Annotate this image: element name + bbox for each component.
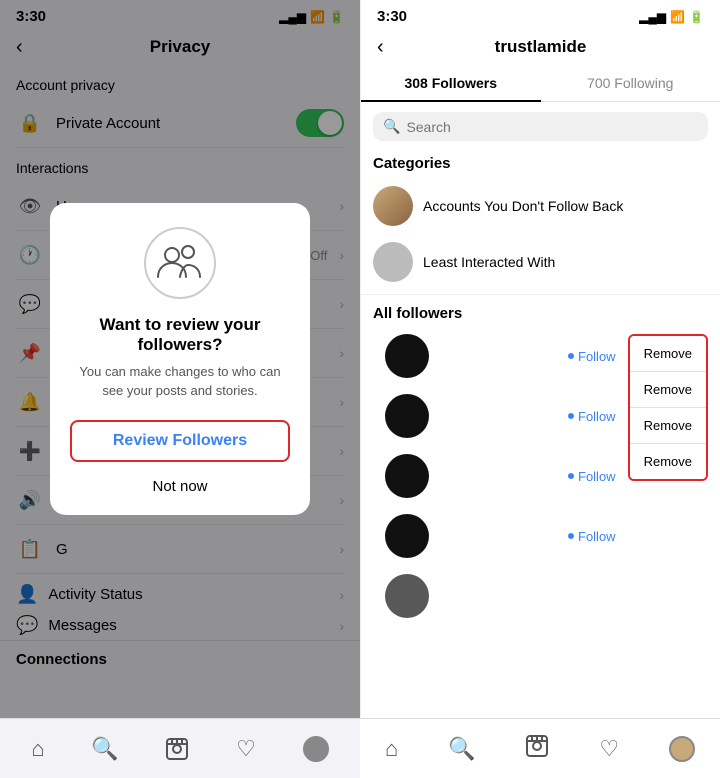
search-icon-left[interactable]: 🔍 [91, 736, 118, 762]
bottom-nav-right: ⌂ 🔍 ♡ [360, 718, 720, 778]
back-button-right[interactable]: ‹ [377, 36, 384, 59]
search-icon-bottom-right[interactable]: 🔍 [448, 736, 475, 762]
modal-subtitle: You can make changes to who can see your… [70, 363, 290, 399]
left-panel: 3:30 ▂▄▆ 📶 🔋 ‹ Privacy Account privacy 🔒… [0, 0, 360, 778]
follow-dot-1 [568, 353, 574, 359]
follower-row-1: Follow [373, 326, 628, 386]
right-panel: 3:30 ▂▄▆ 📶 🔋 ‹ trustlamide 308 Followers… [360, 0, 720, 778]
follower-row-5 [373, 566, 628, 626]
not-now-button[interactable]: Not now [152, 474, 207, 499]
review-followers-modal: Want to review your followers? You can m… [50, 203, 310, 514]
tab-following[interactable]: 700 Following [541, 65, 720, 101]
heart-icon-left[interactable]: ♡ [236, 736, 256, 762]
search-bar[interactable]: 🔍 [373, 112, 708, 141]
home-icon-left[interactable]: ⌂ [31, 736, 44, 762]
tab-followers[interactable]: 308 Followers [361, 65, 541, 101]
follower-avatar-5 [385, 574, 429, 618]
category-item-1[interactable]: Accounts You Don't Follow Back [361, 178, 720, 234]
follower-avatar-1 [385, 334, 429, 378]
follow-dot-4 [568, 533, 574, 539]
heart-icon-right[interactable]: ♡ [599, 736, 619, 762]
signal-icon-right: ▂▄▆ [639, 10, 666, 24]
follow-dot-2 [568, 413, 574, 419]
review-followers-button[interactable]: Review Followers [70, 420, 290, 462]
search-input[interactable] [406, 119, 698, 135]
nav-header-right: ‹ trustlamide [361, 29, 720, 65]
time-right: 3:30 [377, 8, 407, 25]
followers-list: Follow Follow Follow [373, 326, 628, 626]
modal-people-icon [144, 227, 216, 299]
follower-avatar-2 [385, 394, 429, 438]
profile-avatar-left[interactable] [303, 736, 329, 762]
divider-1 [361, 294, 720, 295]
follow-button-3[interactable]: Follow [568, 469, 616, 484]
reels-icon-left[interactable] [165, 737, 189, 761]
status-bar-right: 3:30 ▂▄▆ 📶 🔋 [361, 0, 720, 29]
home-icon-right[interactable]: ⌂ [385, 736, 398, 762]
remove-buttons-group: Remove Remove Remove Remove [628, 334, 708, 481]
remove-button-4[interactable]: Remove [630, 444, 706, 479]
follower-avatar-3 [385, 454, 429, 498]
follow-dot-3 [568, 473, 574, 479]
follower-row-4: Follow [373, 506, 628, 566]
remove-button-3[interactable]: Remove [630, 408, 706, 444]
battery-icon-right: 🔋 [689, 10, 704, 24]
follower-row-2: Follow [373, 386, 628, 446]
remove-button-2[interactable]: Remove [630, 372, 706, 408]
reels-icon-right[interactable] [525, 734, 549, 764]
category-text-2: Least Interacted With [423, 254, 555, 270]
remove-button-1[interactable]: Remove [630, 336, 706, 372]
bottom-nav-left: ⌂ 🔍 ♡ [0, 718, 360, 778]
category-item-2[interactable]: Least Interacted With [361, 234, 720, 290]
category-text-1: Accounts You Don't Follow Back [423, 198, 623, 214]
profile-avatar-right[interactable] [669, 736, 695, 762]
all-followers-title: All followers [361, 299, 720, 326]
modal-title: Want to review your followers? [70, 315, 290, 355]
search-icon-right: 🔍 [383, 118, 400, 135]
wifi-icon-right: 📶 [670, 10, 685, 24]
follow-button-1[interactable]: Follow [568, 349, 616, 364]
status-icons-right: ▂▄▆ 📶 🔋 [639, 10, 704, 24]
followers-with-remove: Follow Follow Follow [361, 326, 720, 626]
follow-button-4[interactable]: Follow [568, 529, 616, 544]
username-title: trustlamide [495, 37, 587, 57]
categories-title: Categories [361, 151, 720, 178]
tabs-bar: 308 Followers 700 Following [361, 65, 720, 102]
follow-button-2[interactable]: Follow [568, 409, 616, 424]
follower-avatar-4 [385, 514, 429, 558]
follower-row-3: Follow [373, 446, 628, 506]
modal-overlay: Want to review your followers? You can m… [0, 0, 360, 718]
category-avatar-1 [373, 186, 413, 226]
category-avatar-2 [373, 242, 413, 282]
